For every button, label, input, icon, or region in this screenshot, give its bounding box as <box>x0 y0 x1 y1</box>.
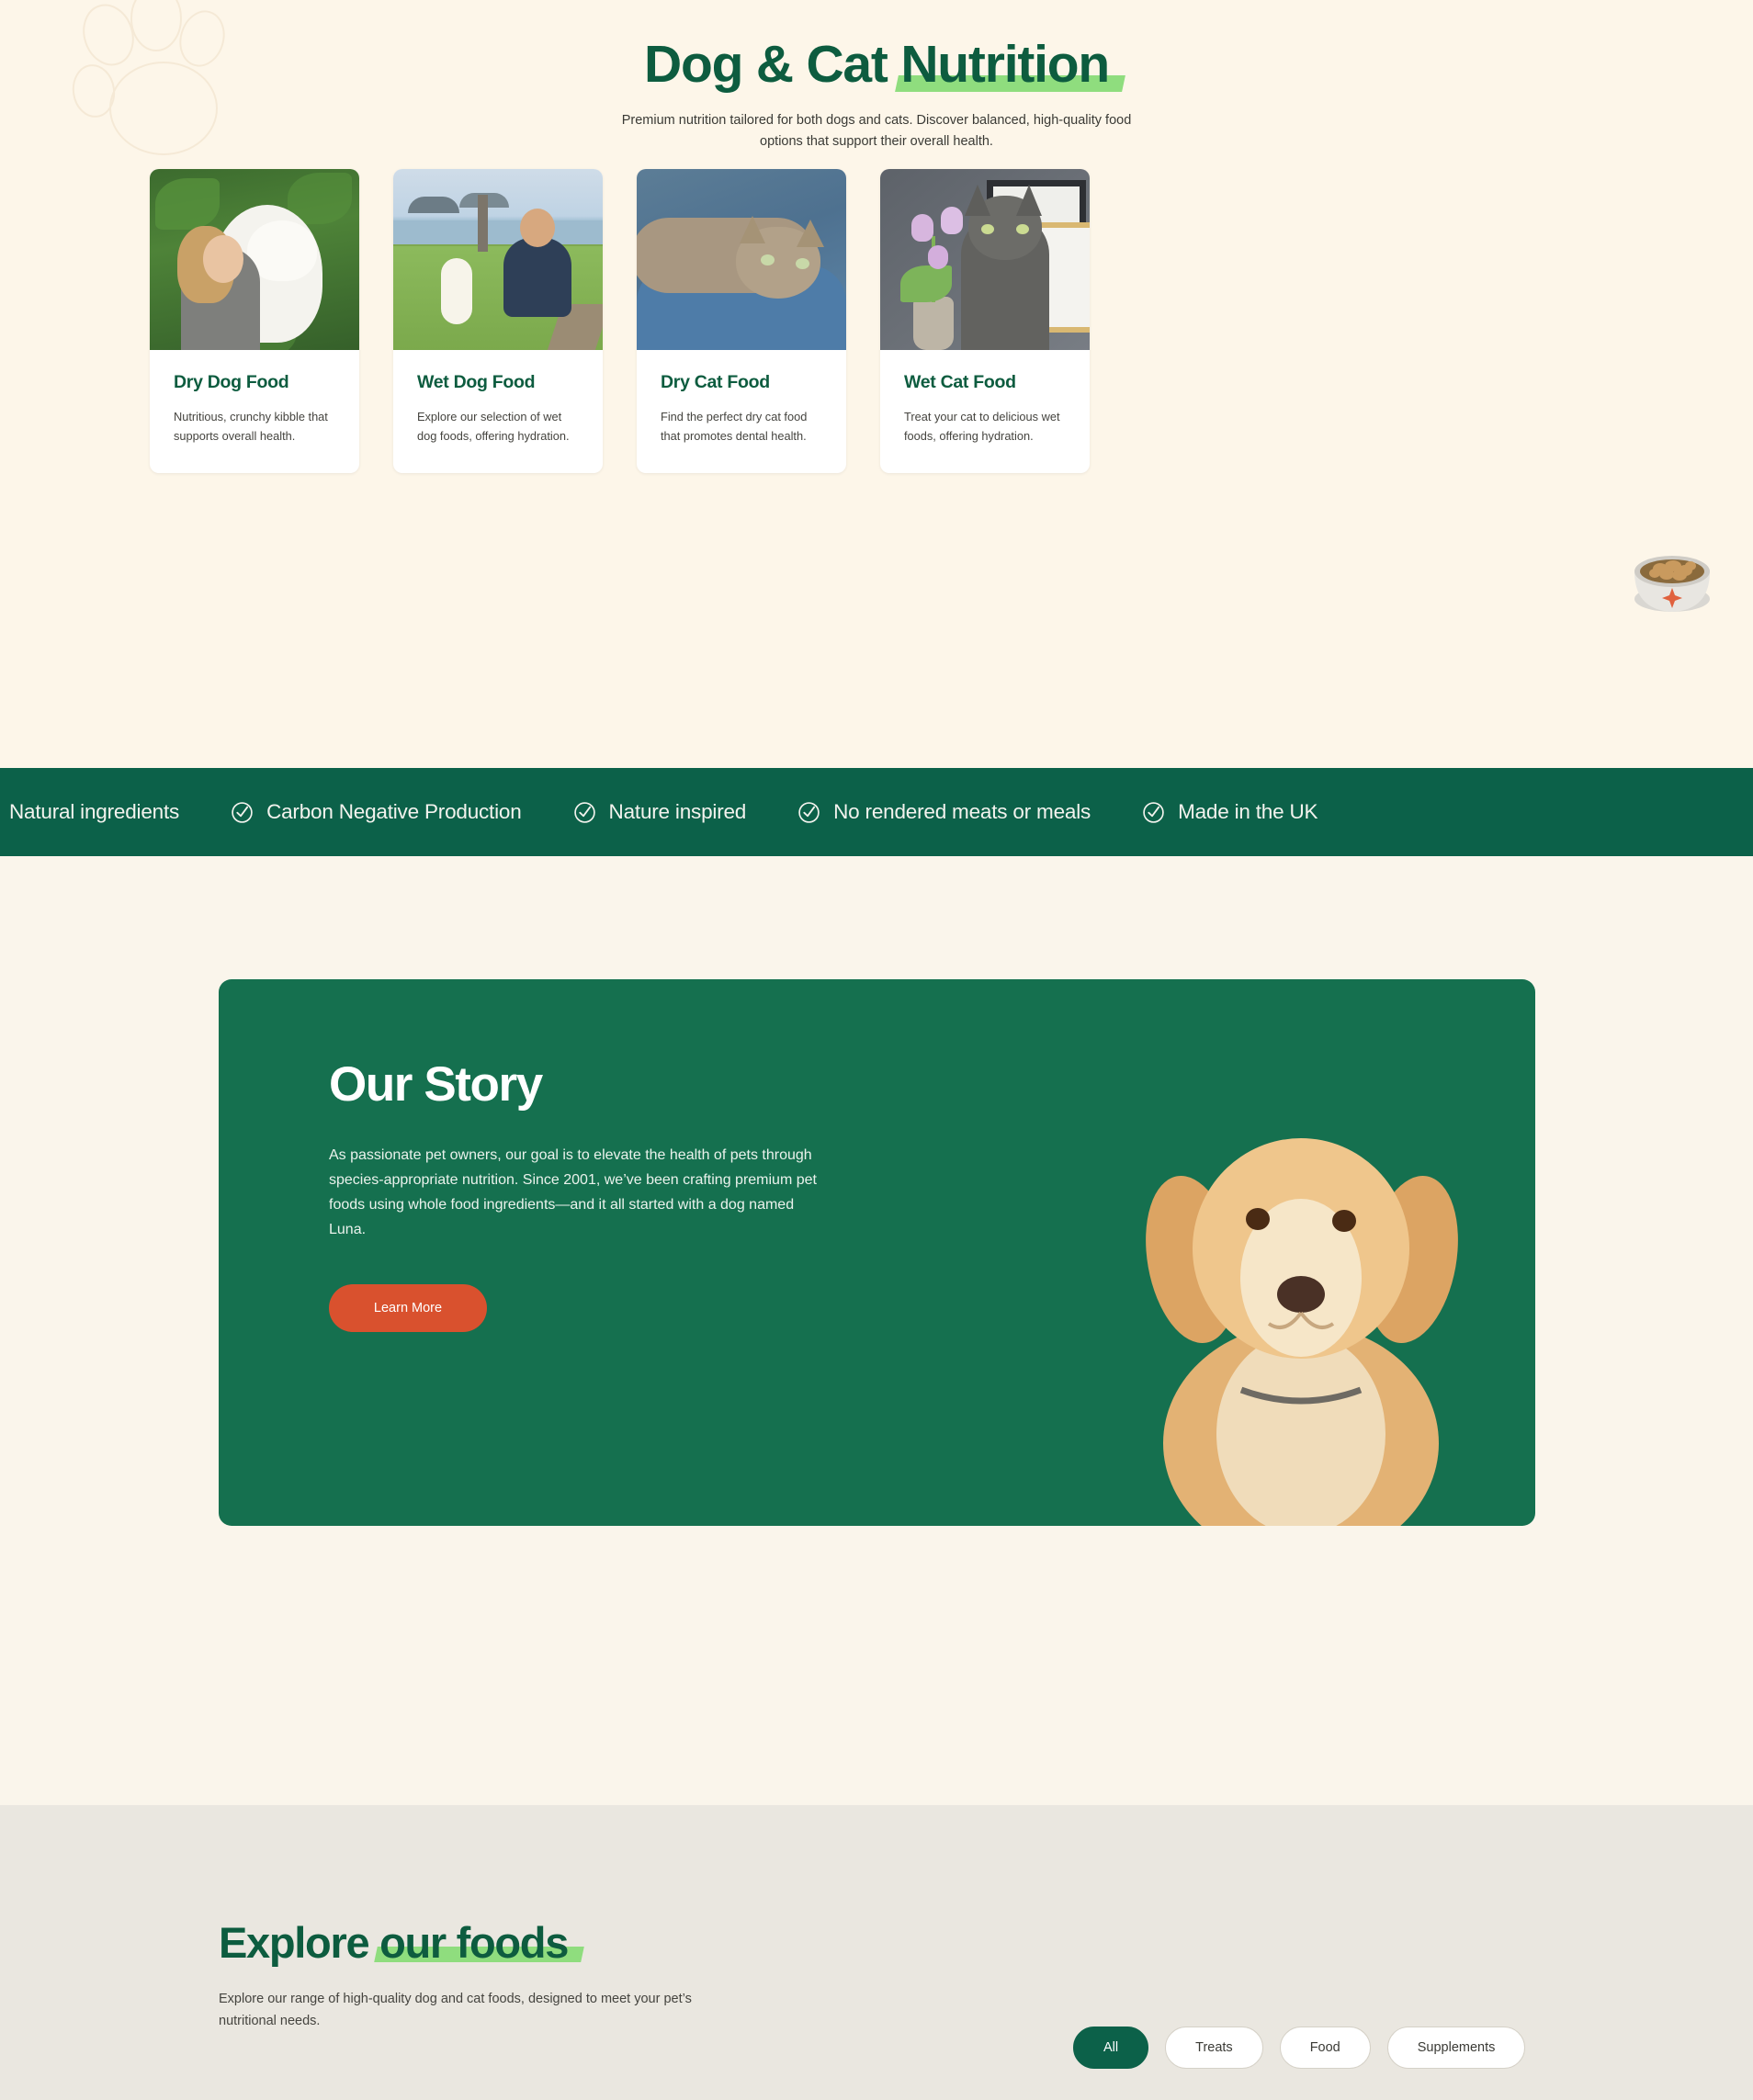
feature-marquee-banner: Natural ingredients Carbon Negative Prod… <box>0 768 1753 856</box>
card-body: Wet Cat Food Treat your cat to delicious… <box>880 350 1090 473</box>
card-description: Treat your cat to delicious wet foods, o… <box>904 410 1060 443</box>
our-story-section: Our Story As passionate pet owners, our … <box>0 856 1753 1805</box>
card-body: Wet Dog Food Explore our selection of we… <box>393 350 603 473</box>
card-photo <box>637 169 846 350</box>
page-title-highlight: Nutrition <box>900 35 1110 94</box>
marquee-label: Natural ingredients <box>9 800 180 823</box>
card-photo <box>393 169 603 350</box>
card-photo <box>880 169 1090 350</box>
marquee-label: No rendered meats or meals <box>833 800 1091 823</box>
filter-chip-food[interactable]: Food <box>1279 2027 1371 2069</box>
explore-title-highlight: our foods <box>379 1918 569 1967</box>
check-circle-icon <box>573 801 595 823</box>
explore-title: Explore our foods <box>219 1920 770 1965</box>
filter-chip-all[interactable]: All <box>1073 2027 1149 2069</box>
paw-print-icon <box>72 0 225 155</box>
explore-heading-block: Explore our foods Explore our range of h… <box>219 1920 770 2032</box>
marquee-item: Nature inspired <box>548 800 773 824</box>
category-card-wet-cat-food[interactable]: Wet Cat Food Treat your cat to delicious… <box>880 169 1090 474</box>
explore-title-highlight-wrap: our foods <box>374 1918 584 1967</box>
card-description: Find the perfect dry cat food that promo… <box>661 410 808 443</box>
page-title: Dog & Cat Nutrition <box>325 0 1428 94</box>
learn-more-button[interactable]: Learn More <box>329 1283 487 1332</box>
card-body: Dry Dog Food Nutritious, crunchy kibble … <box>150 350 359 473</box>
marquee-item: No rendered meats or meals <box>772 800 1116 824</box>
page-root: Dog & Cat Nutrition Premium nutrition ta… <box>0 0 1753 2100</box>
filter-chip-treats[interactable]: Treats <box>1165 2027 1263 2069</box>
card-description: Nutritious, crunchy kibble that supports… <box>174 410 328 443</box>
category-card-list: Dry Dog Food Nutritious, crunchy kibble … <box>150 169 1090 474</box>
marquee-item: Carbon Negative Production <box>205 800 547 824</box>
our-story-content: Our Story As passionate pet owners, our … <box>219 979 817 1332</box>
filter-chip-supplements[interactable]: Supplements <box>1386 2027 1526 2069</box>
our-story-body: As passionate pet owners, our goal is to… <box>329 1147 817 1237</box>
product-filter-group: All Treats Food Supplements <box>1073 2027 1526 2069</box>
page-title-plain: Dog & Cat <box>644 35 901 94</box>
marquee-label: Nature inspired <box>608 800 747 823</box>
explore-subtitle: Explore our range of high-quality dog an… <box>219 1992 692 2028</box>
check-circle-icon <box>232 801 253 823</box>
category-card-dry-dog-food[interactable]: Dry Dog Food Nutritious, crunchy kibble … <box>150 169 359 474</box>
check-circle-icon <box>1143 801 1164 823</box>
category-card-dry-cat-food[interactable]: Dry Cat Food Find the perfect dry cat fo… <box>637 169 846 474</box>
card-title: Wet Dog Food <box>417 372 536 392</box>
marquee-label: Carbon Negative Production <box>266 800 522 823</box>
marquee-track: Natural ingredients Carbon Negative Prod… <box>0 800 1343 824</box>
page-title-highlight-wrap: Nutrition <box>895 35 1125 94</box>
our-story-panel: Our Story As passionate pet owners, our … <box>219 979 1535 1526</box>
hero-subtitle: Premium nutrition tailored for both dogs… <box>621 112 1132 150</box>
card-title: Dry Dog Food <box>174 372 289 392</box>
category-card-wet-dog-food[interactable]: Wet Dog Food Explore our selection of we… <box>393 169 603 474</box>
marquee-label: Made in the UK <box>1178 800 1318 823</box>
card-title: Dry Cat Food <box>661 372 770 392</box>
card-photo <box>150 169 359 350</box>
check-circle-icon <box>798 801 820 823</box>
card-title: Wet Cat Food <box>904 372 1016 392</box>
card-body: Dry Cat Food Find the perfect dry cat fo… <box>637 350 846 473</box>
card-description: Explore our selection of wet dog foods, … <box>417 410 570 443</box>
marquee-item: Made in the UK <box>1116 800 1343 824</box>
marquee-item: Natural ingredients <box>0 800 205 824</box>
our-story-title: Our Story <box>329 1057 543 1112</box>
hero-section: Dog & Cat Nutrition Premium nutrition ta… <box>0 0 1753 768</box>
explore-title-plain: Explore <box>219 1918 380 1967</box>
pet-food-bowl-icon <box>1634 556 1710 612</box>
golden-retriever-photo <box>1146 1138 1458 1526</box>
